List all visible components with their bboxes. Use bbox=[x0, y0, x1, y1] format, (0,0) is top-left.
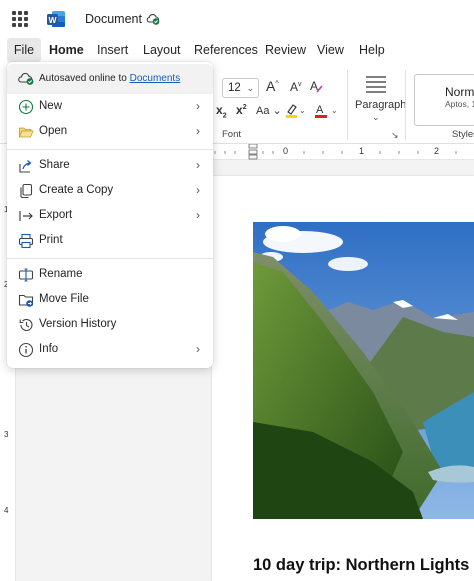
autosave-text: Autosaved online to Documents bbox=[39, 73, 180, 84]
menu-item-label: Info bbox=[39, 343, 59, 355]
folder-open-icon bbox=[18, 127, 34, 138]
menu-item-label: New bbox=[39, 100, 63, 112]
ruler-number: 1 bbox=[359, 146, 365, 156]
menu-item-label: Create a Copy bbox=[39, 184, 114, 196]
autosave-label: Autosaved online to bbox=[39, 73, 127, 84]
svg-text:W: W bbox=[48, 15, 57, 25]
menu-item-label: Move File bbox=[39, 293, 89, 305]
menu-divider bbox=[7, 258, 213, 259]
tab-layout[interactable]: Layout bbox=[143, 38, 181, 62]
indent-marker-icon[interactable] bbox=[248, 144, 258, 160]
paragraph-icon[interactable] bbox=[364, 75, 388, 93]
style-normal-font: Aptos, 1 bbox=[445, 99, 474, 109]
svg-text:⌄: ⌄ bbox=[331, 106, 338, 115]
ruler-number: 3 bbox=[4, 430, 9, 439]
subscript-button[interactable]: x2 bbox=[216, 103, 227, 119]
chevron-right-icon: › bbox=[196, 208, 200, 222]
svg-text:⌄: ⌄ bbox=[299, 106, 306, 115]
font-size-value: 12 bbox=[228, 82, 241, 94]
paragraph-button[interactable]: Paragraph bbox=[355, 99, 406, 111]
word-logo-icon: W bbox=[47, 11, 65, 27]
move-file-icon bbox=[18, 294, 34, 307]
ruler-number: 4 bbox=[4, 506, 9, 515]
clear-formatting-icon[interactable]: A bbox=[309, 78, 324, 94]
chevron-right-icon: › bbox=[196, 183, 200, 197]
svg-text:A: A bbox=[310, 79, 318, 93]
styles-gallery[interactable]: Norma Aptos, 1 bbox=[414, 74, 474, 126]
styles-group-label: Styles bbox=[452, 129, 474, 140]
tab-home[interactable]: Home bbox=[49, 38, 84, 64]
menu-item-new[interactable]: New › bbox=[7, 95, 213, 120]
dialog-launcher-icon[interactable]: ↘ bbox=[391, 130, 399, 141]
menu-item-label: Open bbox=[39, 125, 68, 137]
share-icon bbox=[19, 160, 32, 173]
document-heading[interactable]: 10 day trip: Northern Lights bbox=[253, 556, 469, 575]
title-bar: W Document bbox=[0, 0, 474, 38]
font-color-icon[interactable]: A ⌄ bbox=[313, 102, 339, 120]
ribbon-separator bbox=[405, 70, 406, 140]
ruler-number: 0 bbox=[283, 146, 289, 156]
svg-text:A: A bbox=[316, 104, 324, 116]
ribbon-tabs: File Home Insert Layout References Revie… bbox=[0, 38, 474, 64]
print-icon bbox=[18, 233, 34, 249]
superscript-button[interactable]: x2 bbox=[236, 103, 247, 117]
menu-item-share[interactable]: Share › bbox=[7, 154, 213, 179]
menu-item-export[interactable]: Export › bbox=[7, 204, 213, 229]
tab-help[interactable]: Help bbox=[359, 38, 385, 62]
font-size-select[interactable]: 12 ⌄ bbox=[222, 78, 259, 98]
menu-item-label: Print bbox=[39, 234, 63, 246]
menu-item-label: Share bbox=[39, 159, 70, 171]
chevron-right-icon: › bbox=[196, 99, 200, 113]
tab-insert[interactable]: Insert bbox=[97, 38, 128, 62]
menu-divider bbox=[7, 149, 213, 150]
menu-item-create-copy[interactable]: Create a Copy › bbox=[7, 179, 213, 204]
menu-item-print[interactable]: Print bbox=[7, 229, 213, 254]
menu-item-version-history[interactable]: Version History bbox=[7, 313, 213, 338]
saved-cloud-icon[interactable] bbox=[145, 11, 160, 26]
menu-item-label: Version History bbox=[39, 318, 117, 330]
copy-icon bbox=[20, 183, 33, 199]
highlight-color-icon[interactable]: ⌄ bbox=[284, 102, 306, 120]
landscape-photo[interactable] bbox=[253, 222, 474, 519]
menu-item-label: Rename bbox=[39, 268, 83, 280]
ruler-number: 2 bbox=[434, 146, 440, 156]
grow-font-button[interactable]: A^ bbox=[266, 78, 279, 94]
chevron-right-icon: › bbox=[196, 124, 200, 138]
autosave-cloud-icon bbox=[18, 72, 34, 85]
rename-icon bbox=[18, 268, 34, 282]
shrink-font-button[interactable]: Av bbox=[290, 80, 302, 94]
menu-item-rename[interactable]: Rename bbox=[7, 263, 213, 288]
menu-item-open[interactable]: Open › bbox=[7, 120, 213, 145]
menu-item-move-file[interactable]: Move File bbox=[7, 288, 213, 313]
style-normal-name: Norma bbox=[445, 85, 474, 99]
menu-item-label: Export bbox=[39, 209, 73, 221]
tab-view[interactable]: View bbox=[317, 38, 344, 62]
chevron-right-icon: › bbox=[196, 158, 200, 172]
menu-item-info[interactable]: Info › bbox=[7, 338, 213, 363]
horizontal-ruler[interactable]: 0 1 2 bbox=[210, 144, 474, 160]
history-icon bbox=[19, 318, 33, 331]
export-icon bbox=[19, 211, 33, 221]
document-title[interactable]: Document bbox=[85, 12, 142, 26]
change-case-button[interactable]: Aa ⌄ bbox=[256, 104, 282, 117]
chevron-down-icon: ⌄ bbox=[246, 83, 254, 93]
ribbon-separator bbox=[347, 70, 348, 140]
chevron-right-icon: › bbox=[196, 342, 200, 356]
info-icon bbox=[18, 342, 34, 358]
autosave-banner: Autosaved online to Documents bbox=[7, 64, 213, 94]
app-launcher-icon[interactable] bbox=[12, 11, 28, 27]
chevron-down-icon[interactable]: ⌄ bbox=[372, 112, 380, 123]
documents-link[interactable]: Documents bbox=[130, 73, 181, 84]
tab-review[interactable]: Review bbox=[265, 38, 306, 62]
tab-file[interactable]: File bbox=[7, 38, 41, 62]
font-group-label: Font bbox=[222, 129, 242, 140]
file-menu: Autosaved online to Documents New › Open… bbox=[7, 62, 213, 368]
tab-references[interactable]: References bbox=[194, 38, 258, 62]
new-icon bbox=[18, 99, 34, 115]
